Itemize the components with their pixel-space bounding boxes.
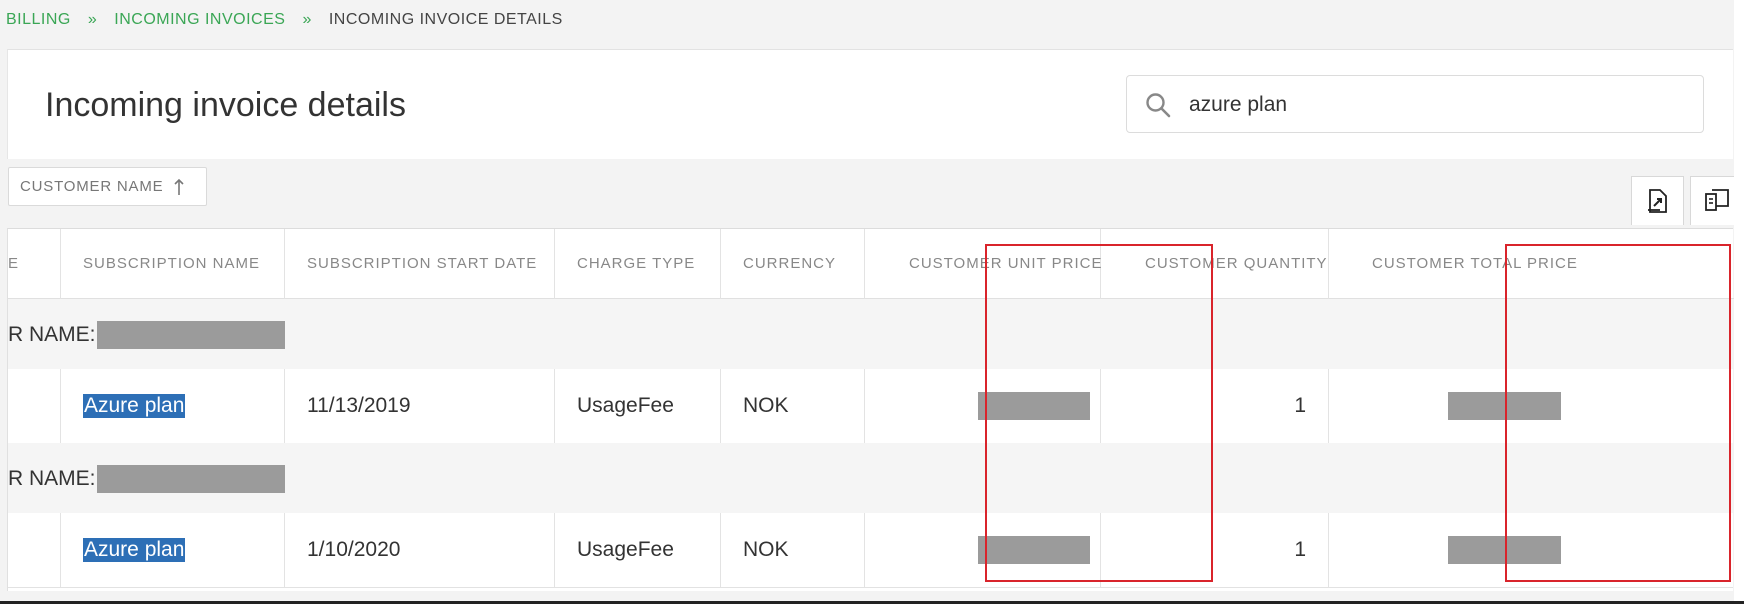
group-label: R NAME:	[8, 465, 285, 493]
breadcrumb-link-incoming-invoices[interactable]: INCOMING INVOICES	[114, 11, 285, 29]
breadcrumb-separator: »	[87, 11, 98, 28]
breadcrumb-current: INCOMING INVOICE DETAILS	[328, 11, 563, 28]
column-header-currency[interactable]: CURRENCY	[721, 229, 865, 299]
sort-ascending-icon[interactable]	[172, 178, 186, 196]
breadcrumb-separator: »	[302, 11, 312, 28]
redacted-value	[978, 392, 1090, 420]
cell-customer-quantity: 1	[1101, 513, 1329, 587]
group-row[interactable]: R NAME:	[8, 299, 1733, 370]
redacted-value	[978, 536, 1090, 564]
column-header-truncated[interactable]: E	[8, 229, 61, 299]
search-icon	[1146, 93, 1171, 118]
column-header-customer-unit-price[interactable]: CUSTOMER UNIT PRICE	[865, 229, 1101, 299]
window-edge	[1734, 0, 1744, 604]
group-prefix: R NAME:	[8, 467, 96, 490]
table-row[interactable]: Azure plan 11/13/2019 UsageFee NOK 1	[8, 369, 1733, 444]
search-input[interactable]	[1187, 86, 1691, 124]
column-header-customer-quantity[interactable]: CUSTOMER QUANTITY	[1101, 229, 1329, 299]
cell-charge-type: UsageFee	[555, 513, 721, 587]
highlighted-text: Azure plan	[83, 394, 186, 418]
redacted-customer-name	[96, 321, 285, 349]
cell-currency: NOK	[721, 513, 865, 587]
group-by-chip-customer-name[interactable]: CUSTOMER NAME	[8, 167, 207, 206]
row-cell-empty	[8, 369, 61, 443]
cell-currency: NOK	[721, 369, 865, 443]
group-row[interactable]: R NAME:	[8, 443, 1733, 514]
column-header-subscription-start-date[interactable]: SUBSCRIPTION START DATE	[285, 229, 555, 299]
invoice-grid: E SUBSCRIPTION NAME SUBSCRIPTION START D…	[7, 228, 1734, 591]
page-title: Incoming invoice details	[45, 86, 406, 124]
cell-customer-unit-price	[865, 369, 1101, 443]
redacted-value	[1448, 536, 1561, 564]
row-cell-empty	[8, 513, 61, 587]
cell-charge-type: UsageFee	[555, 369, 721, 443]
cell-customer-quantity: 1	[1101, 369, 1329, 443]
breadcrumb: BILLING » INCOMING INVOICES » INCOMING I…	[6, 9, 563, 31]
cell-subscription-name: Azure plan	[61, 369, 285, 443]
group-prefix: R NAME:	[8, 323, 96, 346]
header-panel: Incoming invoice details	[7, 49, 1733, 159]
cell-start-date: 11/13/2019	[285, 369, 555, 443]
search-box[interactable]	[1126, 75, 1704, 133]
table-row[interactable]: Azure plan 1/10/2020 UsageFee NOK 1	[8, 513, 1733, 588]
group-by-label: CUSTOMER NAME	[20, 178, 164, 195]
cell-customer-total-price	[1329, 369, 1734, 443]
cell-subscription-name: Azure plan	[61, 513, 285, 587]
column-header-customer-total-price[interactable]: CUSTOMER TOTAL PRICE	[1329, 229, 1734, 299]
cell-customer-total-price	[1329, 513, 1734, 587]
redacted-value	[1448, 392, 1561, 420]
column-header-subscription-name[interactable]: SUBSCRIPTION NAME	[61, 229, 285, 299]
column-header-charge-type[interactable]: CHARGE TYPE	[555, 229, 721, 299]
export-icon	[1647, 189, 1667, 213]
breadcrumb-link-billing[interactable]: BILLING	[6, 11, 71, 29]
columns-icon	[1704, 189, 1729, 211]
export-button[interactable]	[1631, 176, 1684, 225]
cell-customer-unit-price	[865, 513, 1101, 587]
group-label: R NAME:	[8, 321, 285, 349]
cell-start-date: 1/10/2020	[285, 513, 555, 587]
highlighted-text: Azure plan	[83, 538, 186, 562]
redacted-customer-name	[96, 465, 285, 493]
